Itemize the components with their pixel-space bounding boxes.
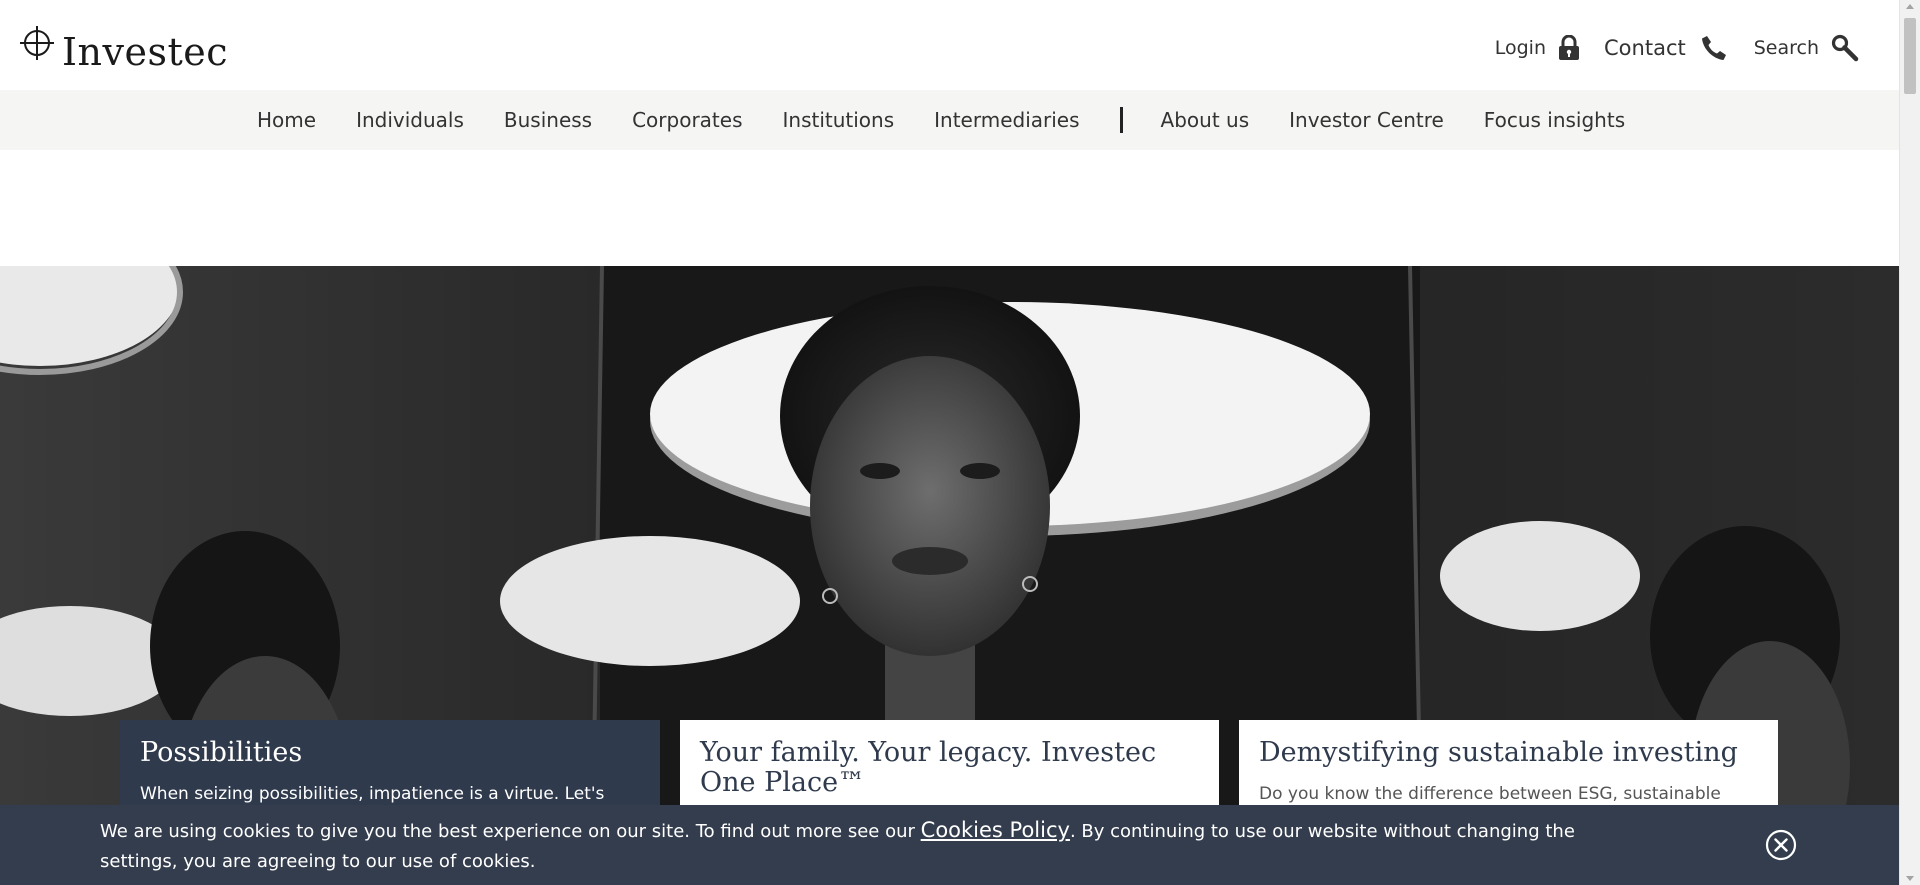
utility-nav: Login Contact Search	[1495, 34, 1859, 62]
investec-logo[interactable]: Investec	[20, 24, 228, 74]
nav-item-intermediaries[interactable]: Intermediaries	[934, 108, 1079, 132]
nav-divider	[1119, 107, 1123, 133]
nav-item-corporates[interactable]: Corporates	[632, 108, 742, 132]
cookie-message: We are using cookies to give you the bes…	[100, 815, 1640, 877]
search-label: Search	[1753, 37, 1819, 59]
nav-item-about-us[interactable]: About us	[1161, 108, 1250, 132]
magnifier-icon	[1831, 34, 1859, 62]
nav-item-business[interactable]: Business	[504, 108, 592, 132]
cookies-policy-link[interactable]: Cookies Policy	[921, 818, 1070, 842]
card-title: Possibilities	[140, 737, 303, 768]
phone-icon	[1701, 36, 1726, 60]
main-nav: Home Individuals Business Corporates Ins…	[0, 90, 1899, 150]
scrollbar-thumb[interactable]	[1904, 18, 1916, 94]
card-title: Demystifying sustainable investing	[1259, 737, 1738, 768]
close-circle-icon	[1765, 829, 1797, 861]
site-header: Investec Login Contact Search	[0, 0, 1899, 90]
login-label: Login	[1494, 37, 1547, 59]
nav-item-focus-insights[interactable]: Focus insights	[1484, 108, 1625, 132]
logo-wordmark: Investec	[62, 30, 228, 74]
nav-item-home[interactable]: Home	[257, 108, 316, 132]
page-scrollbar[interactable]	[1899, 0, 1920, 885]
scroll-up-arrow-icon[interactable]	[1906, 4, 1914, 9]
cookie-close-button[interactable]	[1765, 829, 1797, 861]
contact-link[interactable]: Contact	[1604, 34, 1728, 62]
main-nav-list: Home Individuals Business Corporates Ins…	[257, 90, 1665, 150]
cookie-banner: We are using cookies to give you the bes…	[0, 805, 1899, 885]
nav-item-investor-centre[interactable]: Investor Centre	[1289, 108, 1444, 132]
crosshair-logo-icon	[20, 26, 54, 60]
padlock-icon	[1559, 35, 1580, 60]
nav-item-individuals[interactable]: Individuals	[356, 108, 464, 132]
card-body: When seizing possibilities, impatience i…	[140, 784, 605, 804]
search-link[interactable]: Search	[1754, 34, 1859, 62]
scroll-down-arrow-icon[interactable]	[1906, 876, 1914, 881]
card-body: Do you know the difference between ESG, …	[1259, 784, 1721, 804]
nav-item-institutions[interactable]: Institutions	[783, 108, 895, 132]
contact-label: Contact	[1604, 36, 1686, 60]
card-title: Your family. Your legacy. Investec One P…	[700, 737, 1157, 798]
cookie-text-before: We are using cookies to give you the bes…	[100, 821, 921, 842]
login-link[interactable]: Login	[1495, 35, 1580, 61]
